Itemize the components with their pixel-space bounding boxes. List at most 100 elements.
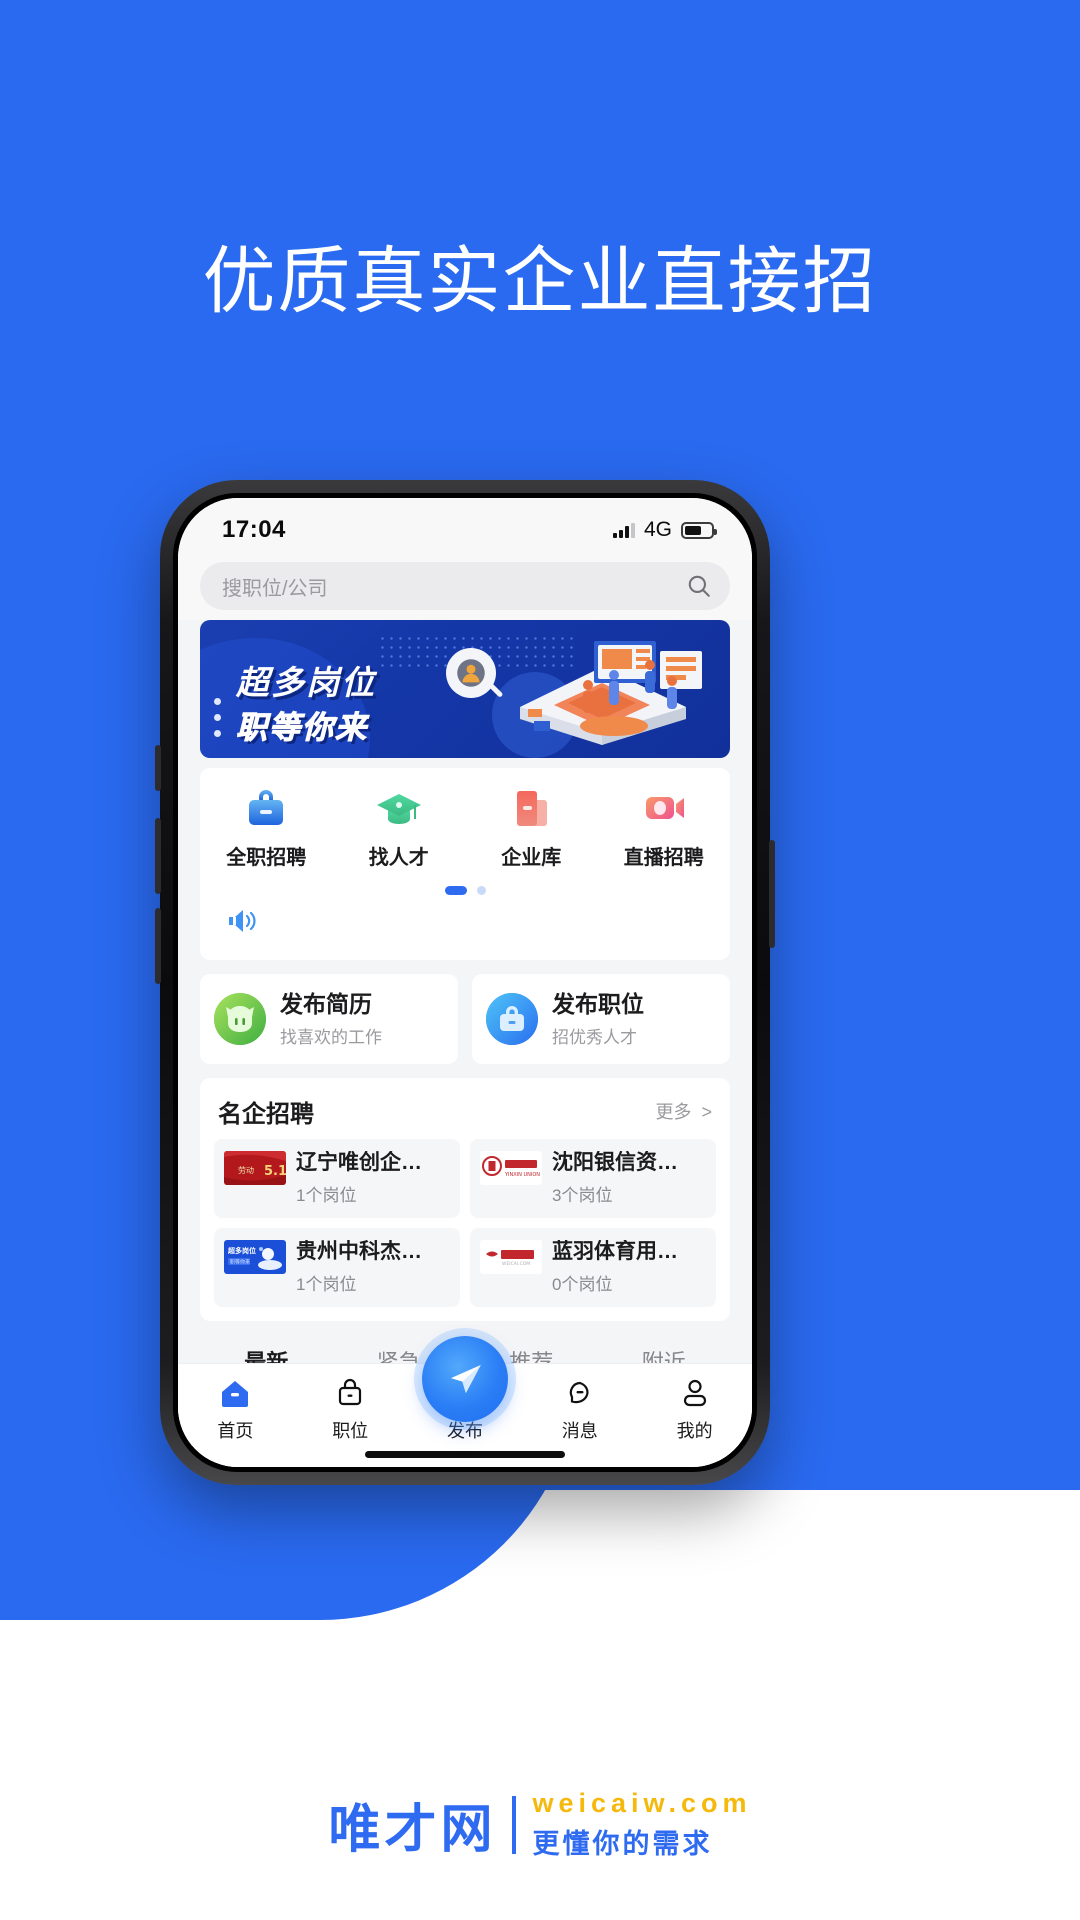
action-card-subtitle: 招优秀人才 — [552, 1027, 637, 1047]
svg-text:超多岗位: 超多岗位 — [228, 1246, 256, 1255]
famous-header: 名企招聘 更多 > — [214, 1094, 716, 1139]
company-job-count: 1个岗位 — [296, 1185, 357, 1205]
network-type-label: 4G — [643, 518, 672, 541]
footer-divider — [512, 1795, 517, 1854]
svg-text:YINXIN UNION: YINXIN UNION — [504, 1172, 540, 1178]
banner-line-2: 职等你来 — [236, 710, 368, 746]
home-indicator — [365, 1451, 565, 1458]
publish-fab-button[interactable] — [421, 1336, 508, 1422]
action-card-post-job[interactable]: 发布职位 招优秀人才 — [472, 974, 730, 1064]
search-section: 搜职位/公司 — [178, 554, 752, 620]
phone-power-button — [769, 840, 775, 948]
liaoning-weichuang-logo: 5.1 劳动 — [224, 1150, 286, 1185]
brand-slogan: 更懂你的需求 — [532, 1829, 713, 1859]
folder-icon — [507, 784, 555, 832]
svg-text:5.1: 5.1 — [264, 1164, 286, 1179]
app-content: 搜职位/公司 超多岗位 职等你来 全职招聘 找人才 企业库 直播招聘 发布简历 … — [178, 554, 752, 1467]
notice-bar[interactable] — [200, 895, 730, 954]
quick-entry-grid: 全职招聘 找人才 企业库 直播招聘 — [200, 784, 730, 870]
quick-entry-label: 企业库 — [501, 847, 562, 869]
grid-pager[interactable] — [200, 870, 730, 895]
action-card-subtitle: 找喜欢的工作 — [280, 1027, 382, 1047]
video-camera-icon — [640, 784, 688, 832]
tabbar-label: 我的 — [676, 1421, 713, 1441]
user-icon — [678, 1376, 712, 1410]
person-glyph-icon — [457, 659, 485, 687]
brand-name-cn: 唯才网 — [328, 1800, 497, 1860]
quick-entry-label: 找人才 — [368, 847, 429, 869]
section-title: 名企招聘 — [218, 1100, 314, 1128]
tabbar-item-messages[interactable]: 消息 — [522, 1376, 637, 1443]
tabbar-label: 首页 — [217, 1421, 254, 1441]
quick-entry-live[interactable]: 直播招聘 — [598, 784, 731, 870]
svg-text:职等你来: 职等你来 — [230, 1258, 250, 1265]
company-job-count: 1个岗位 — [296, 1275, 357, 1295]
banner-left-dots — [214, 698, 221, 746]
svg-text:劳动: 劳动 — [238, 1165, 254, 1175]
page-headline: 优质真实企业直接招 — [202, 241, 878, 322]
brand-domain: weicaiw.com — [532, 1788, 752, 1818]
svg-text:WEICAI.COM: WEICAI.COM — [502, 1261, 530, 1267]
pager-dot[interactable] — [476, 886, 486, 895]
more-label: 更多 — [655, 1102, 692, 1123]
company-name: 贵州中科杰创... — [296, 1239, 428, 1263]
tabbar-item-jobs[interactable]: 职位 — [293, 1376, 408, 1443]
job-briefcase-icon — [486, 992, 538, 1045]
tabbar-label: 职位 — [332, 1421, 369, 1441]
company-name: 蓝羽体育用品... — [552, 1239, 684, 1263]
signal-bars-icon — [612, 522, 635, 538]
phone-mute-button — [155, 745, 161, 791]
speaker-icon — [229, 910, 256, 932]
promo-banner[interactable]: 超多岗位 职等你来 — [200, 620, 730, 758]
search-input[interactable]: 搜职位/公司 — [200, 562, 730, 610]
tabbar-item-home[interactable]: 首页 — [178, 1376, 293, 1443]
pager-dot-active[interactable] — [444, 886, 467, 895]
weicai-net-logo: WEICAI.COM — [480, 1239, 542, 1274]
company-name: 沈阳银信资产... — [552, 1150, 684, 1174]
quick-entry-talent[interactable]: 找人才 — [333, 784, 466, 870]
resume-avatar-icon — [214, 992, 266, 1045]
company-job-count: 3个岗位 — [552, 1185, 613, 1205]
graduation-cap-icon — [375, 784, 423, 832]
search-placeholder: 搜职位/公司 — [222, 577, 328, 600]
phone-screen: 17:04 4G 搜职位/公司 超多岗位 职等你来 全职招聘 找人才 企业库 直… — [178, 498, 752, 1467]
banner-line-1: 超多岗位 — [236, 664, 376, 701]
quick-entry-card: 全职招聘 找人才 企业库 直播招聘 — [200, 768, 730, 960]
chevron-right-icon: > — [696, 1102, 712, 1123]
company-card[interactable]: WEICAI.COM 蓝羽体育用品... 0个岗位 — [470, 1227, 716, 1308]
yinxin-union-logo: YINXIN UNION — [480, 1150, 542, 1185]
phone-volume-up-button — [155, 818, 161, 894]
status-bar: 17:04 4G — [178, 498, 752, 554]
more-link[interactable]: 更多 > — [655, 1098, 712, 1124]
company-card[interactable]: 5.1 劳动 辽宁唯创企业... 1个岗位 — [214, 1138, 460, 1218]
battery-icon — [681, 521, 717, 539]
briefcase-outline-icon — [333, 1376, 367, 1410]
company-card[interactable]: 超多岗位 职等你来 贵州中科杰创... 1个岗位 — [214, 1227, 460, 1308]
chat-bubble-icon — [563, 1376, 597, 1410]
company-job-count: 0个岗位 — [552, 1275, 613, 1295]
phone-mockup: 17:04 4G 搜职位/公司 超多岗位 职等你来 全职招聘 找人才 企业库 直… — [160, 480, 770, 1485]
quick-entry-label: 全职招聘 — [226, 847, 307, 869]
tabbar-item-publish[interactable]: 发布 — [408, 1336, 523, 1443]
tabbar-label: 消息 — [561, 1421, 598, 1441]
company-grid: 5.1 劳动 辽宁唯创企业... 1个岗位 YINXIN UNION 沈阳银信资… — [214, 1138, 716, 1308]
company-name: 辽宁唯创企业... — [296, 1150, 428, 1174]
tabbar-item-profile[interactable]: 我的 — [637, 1376, 752, 1443]
phone-volume-down-button — [155, 908, 161, 984]
person-search-icon — [446, 648, 496, 698]
paper-plane-icon — [450, 1365, 481, 1393]
home-icon — [218, 1376, 252, 1410]
action-card-title: 发布职位 — [552, 991, 644, 1017]
footer-logo: 唯才网 weicaiw.com 更懂你的需求 — [0, 1787, 1080, 1862]
company-card[interactable]: YINXIN UNION 沈阳银信资产... 3个岗位 — [470, 1138, 716, 1218]
famous-companies-section: 名企招聘 更多 > 5.1 劳动 辽宁唯创企业... 1个岗位 YINXIN U… — [200, 1077, 730, 1322]
action-card-title: 发布简历 — [280, 991, 372, 1017]
action-card-post-resume[interactable]: 发布简历 找喜欢的工作 — [200, 974, 458, 1064]
quick-entry-label: 直播招聘 — [623, 847, 704, 869]
search-icon[interactable] — [686, 573, 712, 599]
isometric-office-illustration — [520, 641, 702, 745]
quick-entry-fulltime[interactable]: 全职招聘 — [200, 784, 333, 870]
bottom-tab-bar: 首页 职位 发布 消息 我的 — [178, 1336, 752, 1467]
quick-entry-company[interactable]: 企业库 — [465, 784, 598, 870]
action-cards: 发布简历 找喜欢的工作 发布职位 招优秀人才 — [200, 974, 730, 1064]
